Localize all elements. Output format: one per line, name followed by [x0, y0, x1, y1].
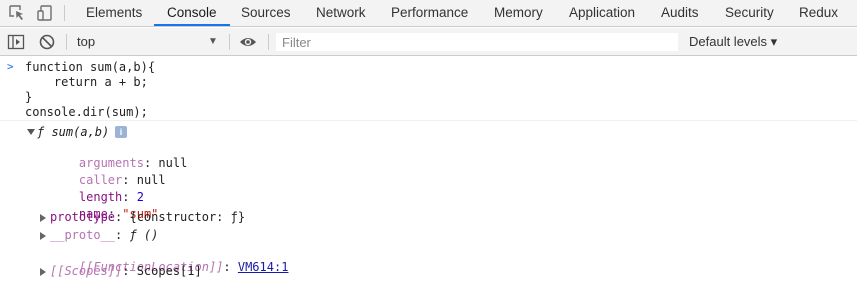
tab-security[interactable]: Security	[725, 0, 774, 26]
property-key: prototype	[50, 210, 116, 224]
tab-elements[interactable]: Elements	[86, 0, 142, 26]
expand-triangle-icon[interactable]	[40, 232, 46, 240]
property-sep: :	[115, 228, 130, 242]
property-row-expandable[interactable]: [[Scopes]]: Scopes[1]	[0, 264, 400, 280]
divider	[268, 34, 269, 50]
eye-icon[interactable]	[239, 33, 257, 51]
code-line: return a + b;	[25, 75, 148, 89]
expand-triangle-icon[interactable]	[27, 129, 35, 135]
context-selector[interactable]: top	[77, 28, 95, 56]
function-tree-header[interactable]: ƒ sum(a,b) i	[0, 125, 857, 141]
divider	[64, 5, 65, 21]
property-row-expandable[interactable]: __proto__: ƒ ()	[0, 228, 400, 244]
prompt-chevron: >	[7, 60, 14, 73]
property-value: {constructor: ƒ}	[129, 210, 246, 224]
log-levels-dropdown[interactable]: Default levels ▾	[689, 28, 777, 56]
filter-input[interactable]: Filter	[275, 32, 679, 52]
divider	[229, 34, 230, 50]
code-line: }	[25, 90, 33, 104]
tab-application[interactable]: Application	[569, 0, 635, 26]
active-tab-indicator	[154, 24, 230, 26]
tab-console[interactable]: Console	[167, 0, 217, 26]
tab-network[interactable]: Network	[316, 0, 366, 26]
info-icon[interactable]: i	[115, 126, 127, 138]
expand-triangle-icon[interactable]	[40, 214, 46, 222]
tab-audits[interactable]: Audits	[661, 0, 699, 26]
property-key: __proto__	[50, 228, 116, 242]
function-signature: ƒ sum(a,b)	[37, 125, 110, 139]
sidebar-toggle-icon[interactable]	[7, 33, 25, 51]
tab-sources[interactable]: Sources	[241, 0, 291, 26]
device-toolbar-icon[interactable]	[36, 4, 56, 22]
property-sep: :	[115, 210, 130, 224]
divider	[66, 34, 67, 50]
expand-triangle-icon[interactable]	[40, 268, 46, 276]
tab-performance[interactable]: Performance	[391, 0, 468, 26]
code-line: console.dir(sum);	[25, 105, 148, 119]
property-sep: :	[122, 264, 137, 278]
console-input-entry: > function sum(a,b){ return a + b; } con…	[0, 57, 857, 121]
property-row-expandable[interactable]: prototype: {constructor: ƒ}	[0, 210, 400, 226]
inspect-element-icon[interactable]	[8, 4, 28, 22]
property-value: ƒ ()	[129, 228, 159, 242]
console-toolbar: top ▼ Filter Default levels ▾	[0, 28, 857, 56]
property-value: Scopes[1]	[136, 264, 202, 278]
clear-console-icon[interactable]	[38, 33, 56, 51]
dropdown-arrow-icon[interactable]: ▼	[208, 28, 218, 56]
tab-memory[interactable]: Memory	[494, 0, 543, 26]
devtools-tabbar: Elements Console Sources Network Perform…	[0, 0, 857, 27]
tab-redux[interactable]: Redux	[799, 0, 838, 26]
code-line: function sum(a,b){	[25, 60, 156, 74]
property-key: [[Scopes]]	[50, 264, 123, 278]
